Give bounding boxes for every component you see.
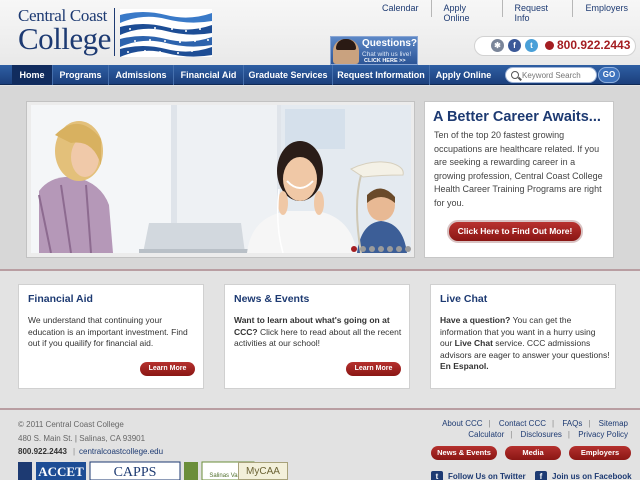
search-icon	[511, 71, 519, 79]
footer-address: 480 S. Main St. | Salinas, CA 93901	[18, 434, 146, 443]
nav-item-admissions[interactable]: Admissions	[109, 65, 174, 85]
live-chat-box: Live Chat Have a question? You can get t…	[430, 284, 616, 389]
slide-dot[interactable]	[360, 246, 366, 252]
capps-logo: CAPPS	[114, 465, 157, 480]
en-espanol-link[interactable]: En Espanol.	[440, 361, 489, 371]
slide-dot[interactable]	[351, 246, 357, 252]
logo-divider	[114, 8, 115, 56]
find-out-more-button[interactable]: Click Here to Find Out More!	[447, 220, 583, 243]
nav-item-financial-aid[interactable]: Financial Aid	[174, 65, 244, 85]
footer-link-sep: |	[488, 419, 491, 428]
search-go-button[interactable]: GO	[598, 67, 620, 83]
phone-icon	[545, 41, 554, 50]
footer-link-contact[interactable]: Contact CCC	[499, 419, 546, 428]
footer-news-events-button[interactable]: News & Events	[431, 446, 497, 460]
slide-dot[interactable]	[387, 246, 393, 252]
footer-link-sep: |	[588, 419, 591, 428]
top-utility-nav: Calendar Apply Online Request Info Emplo…	[370, 0, 640, 23]
footer-link-disclosures[interactable]: Disclosures	[521, 430, 562, 439]
follow-twitter-link[interactable]: Follow Us on Twitter	[448, 472, 526, 480]
hero-promo-panel: A Better Career Awaits... Ten of the top…	[424, 101, 614, 258]
top-link-apply-online[interactable]: Apply Online	[430, 0, 502, 23]
footer-link-sep: |	[510, 430, 513, 439]
main-nav: Home Programs Admissions Financial Aid G…	[0, 65, 640, 85]
hero-title: A Better Career Awaits...	[433, 109, 601, 125]
chat-banner-cta: CLICK HERE >>	[364, 58, 406, 64]
nav-item-home[interactable]: Home	[12, 65, 53, 85]
top-link-calendar[interactable]: Calendar	[370, 0, 431, 17]
nav-item-apply-online[interactable]: Apply Online	[430, 65, 497, 85]
footer-link-sep: |	[567, 430, 570, 439]
financial-aid-box: Financial Aid We understand that continu…	[18, 284, 204, 389]
flag-logo-icon	[120, 9, 212, 57]
footer-twitter-icon[interactable]: t	[431, 471, 443, 480]
news-events-box: News & Events Want to learn about what's…	[224, 284, 410, 389]
news-events-title: News & Events	[234, 293, 310, 305]
blog-icon[interactable]: ✱	[491, 39, 504, 52]
chat-agent-avatar	[333, 39, 359, 64]
live-chat-link[interactable]: Live Chat	[455, 338, 493, 348]
footer-website-link[interactable]: centralcoastcollege.edu	[79, 447, 163, 456]
hero-slide-image	[31, 105, 411, 253]
join-facebook-link[interactable]: Join us on Facebook	[552, 472, 632, 480]
accreditation-logos: ACCET CAPPS Salinas Valley	[18, 460, 268, 480]
footer-link-privacy[interactable]: Privacy Policy	[578, 430, 628, 439]
hero-body-text: Ten of the top 20 fastest growing occupa…	[434, 130, 603, 208]
site-header: Central Coast College Calendar Apply Onl…	[0, 0, 640, 65]
footer-employers-button[interactable]: Employers	[569, 446, 631, 460]
site-footer: © 2011 Central Coast College 480 S. Main…	[0, 408, 640, 480]
nav-item-programs[interactable]: Programs	[53, 65, 109, 85]
footer-copyright: © 2011 Central Coast College	[18, 420, 124, 429]
chat-banner-subtitle: Chat with us live!	[362, 51, 412, 58]
search-field[interactable]	[505, 67, 597, 83]
nav-item-graduate-services[interactable]: Graduate Services	[244, 65, 333, 85]
chat-banner-title: Questions?	[362, 38, 418, 49]
news-events-learn-more-button[interactable]: Learn More	[346, 362, 401, 376]
financial-aid-learn-more-button[interactable]: Learn More	[140, 362, 195, 376]
footer-link-sep: |	[552, 419, 555, 428]
financial-aid-text: We understand that continuing your educa…	[28, 315, 188, 348]
slide-dot[interactable]	[369, 246, 375, 252]
financial-aid-title: Financial Aid	[28, 293, 93, 305]
live-chat-title: Live Chat	[440, 293, 488, 305]
college-logo[interactable]: Central Coast College	[18, 7, 111, 54]
live-chat-banner[interactable]: Questions? Chat with us live! CLICK HERE…	[330, 36, 418, 65]
news-events-text: Want to learn about what's going on at C…	[234, 315, 404, 350]
logo-line-2: College	[18, 21, 111, 56]
footer-facebook-icon[interactable]: f	[535, 471, 547, 480]
footer-link-about[interactable]: About CCC	[442, 419, 482, 428]
hero-slideshow[interactable]	[26, 101, 415, 258]
facebook-icon[interactable]: f	[508, 39, 521, 52]
slide-indicators	[351, 246, 411, 252]
slide-dot[interactable]	[405, 246, 411, 252]
slide-dot[interactable]	[378, 246, 384, 252]
top-link-request-info[interactable]: Request Info	[501, 0, 573, 23]
accet-logo: ACCET	[38, 464, 84, 479]
slide-dot[interactable]	[396, 246, 402, 252]
footer-link-calculator[interactable]: Calculator	[468, 430, 504, 439]
footer-link-faqs[interactable]: FAQs	[562, 419, 582, 428]
twitter-icon[interactable]: t	[525, 39, 538, 52]
top-link-employers[interactable]: Employers	[572, 0, 640, 17]
footer-media-button[interactable]: Media	[505, 446, 561, 460]
footer-phone: 800.922.2443	[18, 447, 67, 456]
live-chat-text: Have a question? You can get the informa…	[440, 315, 610, 373]
header-phone-number[interactable]: 800.922.2443	[557, 38, 630, 52]
footer-links: About CCC | Contact CCC | FAQs | Sitemap Ca…	[436, 418, 628, 440]
footer-link-sitemap[interactable]: Sitemap	[599, 419, 628, 428]
mycaa-logo: MyCAA	[238, 462, 288, 480]
nav-item-request-information[interactable]: Request Information	[333, 65, 430, 85]
footer-separator: |	[73, 447, 76, 456]
live-chat-lead: Have a question?	[440, 315, 511, 325]
news-events-body: Click here to read about all the recent …	[234, 326, 402, 349]
search-input[interactable]	[522, 69, 594, 81]
